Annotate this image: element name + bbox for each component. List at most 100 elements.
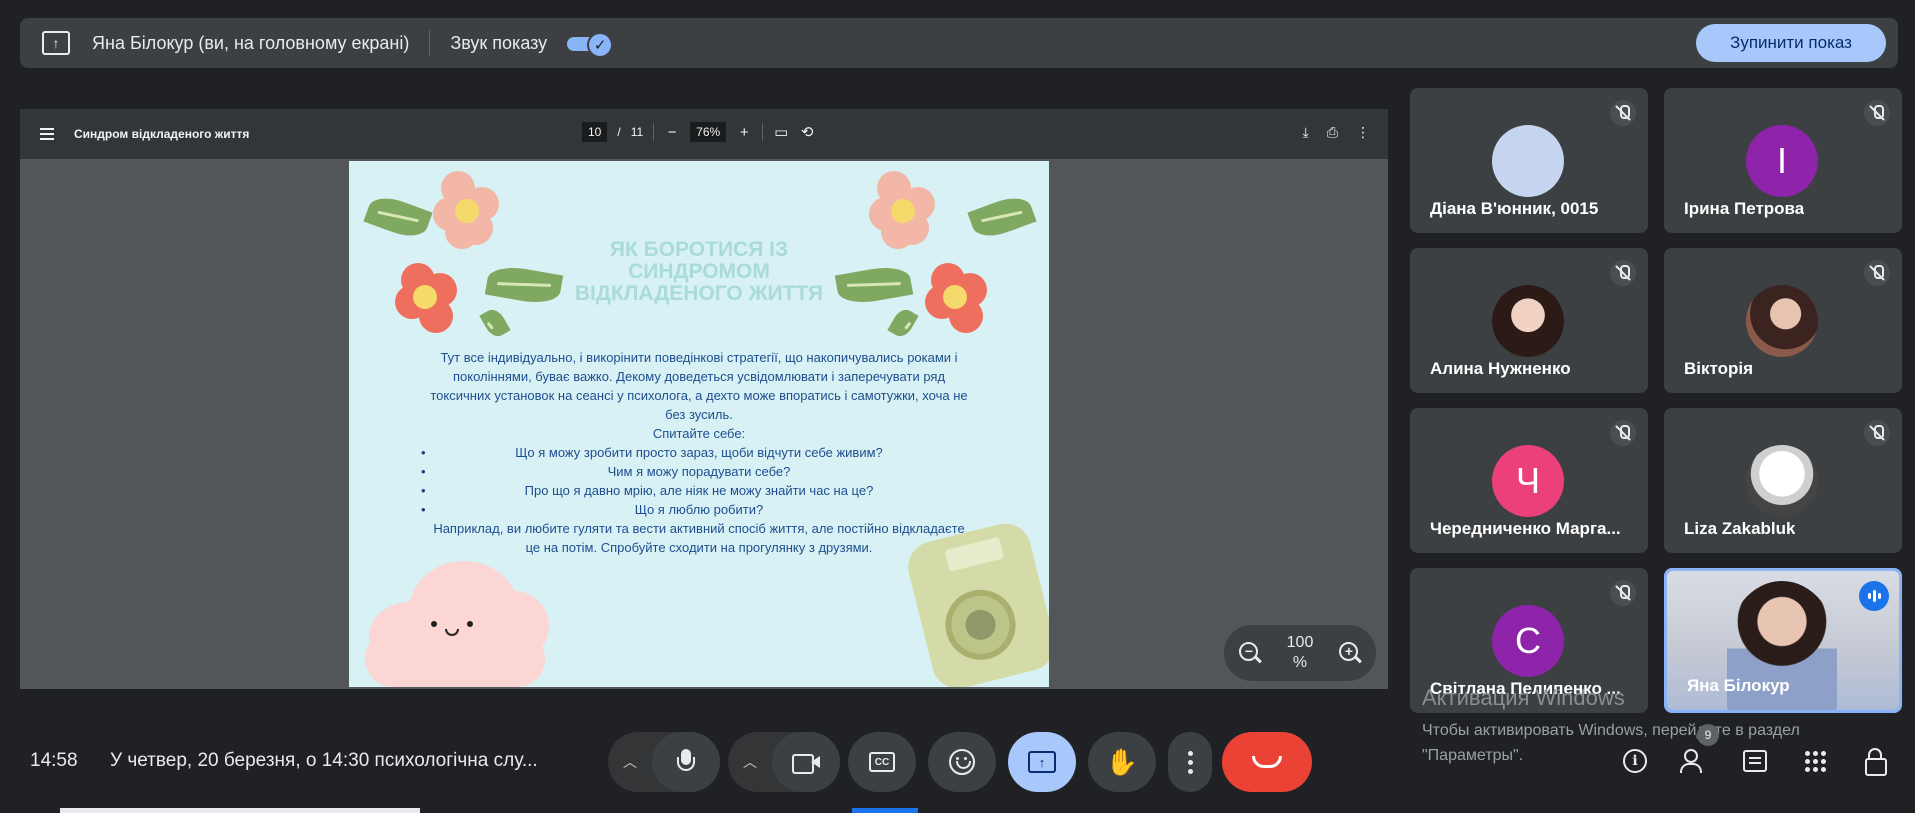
activities-button[interactable] xyxy=(1800,746,1830,776)
mic-off-icon xyxy=(1610,420,1636,446)
participant-name: Алина Нужненко xyxy=(1430,359,1571,378)
ask-label: Спитайте себе: xyxy=(652,426,746,441)
page-separator: / xyxy=(617,125,621,139)
participant-tile[interactable]: Діана В'юнник, 0015 xyxy=(1410,88,1648,233)
participant-tile[interactable]: Ч Чередниченко Марга... xyxy=(1410,408,1648,553)
camera-illustration xyxy=(902,518,1049,687)
pdf-actions: ⤓ ⎙ ⋮ xyxy=(1303,124,1370,141)
raise-hand-button[interactable]: ✋ xyxy=(1088,732,1156,792)
paragraph: Тут все індивідуально, і викорінити пове… xyxy=(430,350,968,422)
zoom-in-icon[interactable]: + xyxy=(1338,641,1362,665)
mic-off-icon xyxy=(1864,100,1890,126)
taskbar-strip-active xyxy=(852,808,918,813)
info-button[interactable]: i xyxy=(1620,746,1650,776)
rotate-icon[interactable]: ⟲ xyxy=(799,123,815,141)
camera-button[interactable] xyxy=(772,732,840,792)
avatar xyxy=(1746,285,1818,357)
present-button[interactable]: ↑ xyxy=(1008,732,1076,792)
reactions-button[interactable] xyxy=(928,732,996,792)
participant-tile[interactable]: І Ірина Петрова xyxy=(1664,88,1902,233)
presenting-bar: ↑ Яна Білокур (ви, на головному екрані) … xyxy=(20,18,1898,68)
host-controls-button[interactable] xyxy=(1860,746,1890,776)
mic-off-icon xyxy=(1864,260,1890,286)
list-item: Чим я можу порадувати себе? xyxy=(421,462,969,481)
download-icon[interactable]: ⤓ xyxy=(1303,124,1309,141)
mic-button[interactable] xyxy=(652,732,720,792)
leave-call-button[interactable] xyxy=(1222,732,1312,792)
avatar: С xyxy=(1492,605,1564,677)
camera-control-group: ︿ xyxy=(728,732,840,792)
mic-off-icon xyxy=(1610,100,1636,126)
fit-page-icon[interactable]: ▭ xyxy=(773,123,789,141)
lock-icon xyxy=(1865,748,1887,776)
zoom-out-icon[interactable]: − xyxy=(664,124,680,141)
captions-button[interactable]: CC xyxy=(848,732,916,792)
mic-off-icon xyxy=(1864,420,1890,446)
page-body: Тут все індивідуально, і викорінити пове… xyxy=(421,348,969,557)
zoom-control: − 100 % + xyxy=(1224,625,1376,681)
participant-name: Яна Білокур xyxy=(1687,676,1790,695)
list-item: Про що я давно мрію, але ніяк не можу зн… xyxy=(421,481,969,500)
chevron-up-icon[interactable]: ︿ xyxy=(608,732,652,792)
pdf-title: Синдром відкладеного життя xyxy=(74,127,250,141)
mic-off-icon xyxy=(1610,580,1636,606)
divider xyxy=(762,123,764,141)
chevron-up-icon[interactable]: ︿ xyxy=(728,732,772,792)
list-item: Що я можу зробити просто зараз, щоби від… xyxy=(421,443,969,462)
participant-name: Вікторія xyxy=(1684,359,1754,378)
mic-icon xyxy=(677,749,695,775)
meeting-title[interactable]: У четвер, 20 березня, о 14:30 психологіч… xyxy=(110,750,580,772)
zoom-in-icon[interactable]: + xyxy=(736,124,752,141)
pdf-page-controls: 10 / 11 − 76% + ▭ ⟲ xyxy=(582,122,815,142)
pdf-toolbar: Синдром відкладеного життя 10 / 11 − 76%… xyxy=(20,109,1388,159)
hand-icon: ✋ xyxy=(1105,746,1139,777)
avatar xyxy=(1492,285,1564,357)
clock: 14:58 xyxy=(30,750,78,771)
captions-icon: CC xyxy=(869,752,895,772)
participant-name: Чередниченко Марга... xyxy=(1430,519,1621,538)
zoom-out-icon[interactable]: − xyxy=(1238,641,1262,665)
avatar xyxy=(1746,445,1818,517)
menu-icon[interactable] xyxy=(40,128,54,140)
speaking-indicator-icon xyxy=(1859,581,1889,611)
zoom-input[interactable]: 76% xyxy=(690,122,727,142)
mic-control-group: ︿ xyxy=(608,732,720,792)
print-icon[interactable]: ⎙ xyxy=(1327,124,1338,141)
page-total: 11 xyxy=(630,125,644,139)
participant-tile[interactable]: Вікторія xyxy=(1664,248,1902,393)
people-button[interactable] xyxy=(1680,746,1710,776)
presenter-label: Яна Білокур (ви, на головному екрані) xyxy=(92,32,410,53)
chat-button[interactable] xyxy=(1740,746,1770,776)
avatar: І xyxy=(1746,125,1818,197)
avatar: Ч xyxy=(1492,445,1564,517)
more-vert-icon[interactable]: ⋮ xyxy=(1356,124,1370,141)
emoji-icon xyxy=(949,749,975,775)
divider xyxy=(653,123,655,141)
more-options-button[interactable] xyxy=(1168,732,1212,792)
divider xyxy=(429,30,431,56)
participant-name: Liza Zakabluk xyxy=(1684,519,1796,538)
closing-paragraph: Наприклад, ви любите гуляти та вести акт… xyxy=(433,521,965,555)
participant-tile[interactable]: Liza Zakabluk xyxy=(1664,408,1902,553)
people-count-badge: 9 xyxy=(1697,724,1719,746)
list-item: Що я люблю робити? xyxy=(421,500,969,519)
participant-tile[interactable]: Алина Нужненко xyxy=(1410,248,1648,393)
sound-toggle[interactable]: ✓ xyxy=(567,32,614,58)
stop-presenting-button[interactable]: Зупинити показ xyxy=(1696,24,1886,62)
apps-icon xyxy=(1804,750,1826,772)
pdf-viewer: Синдром відкладеного життя 10 / 11 − 76%… xyxy=(20,109,1388,689)
windows-activation-title: Активация Windows xyxy=(1422,685,1625,710)
taskbar-strip xyxy=(60,808,420,813)
pdf-page: ЯК БОРОТИСЯ ІЗ СИНДРОМОМ ВІДКЛАДЕНОГО ЖИ… xyxy=(349,161,1049,687)
participant-name: Ірина Петрова xyxy=(1684,199,1805,218)
participant-tile-self[interactable]: Яна Білокур xyxy=(1664,568,1902,713)
question-list: Що я можу зробити просто зараз, щоби від… xyxy=(421,443,969,519)
present-icon: ↑ xyxy=(1028,751,1056,773)
page-heading: ЯК БОРОТИСЯ ІЗ СИНДРОМОМ ВІДКЛАДЕНОГО ЖИ… xyxy=(574,238,824,305)
page-number-input[interactable]: 10 xyxy=(582,122,608,142)
mic-off-icon xyxy=(1610,260,1636,286)
info-icon: i xyxy=(1623,749,1647,773)
participant-name: Діана В'юнник, 0015 xyxy=(1430,199,1599,218)
more-vert-icon xyxy=(1187,750,1193,774)
hangup-icon xyxy=(1252,756,1282,768)
